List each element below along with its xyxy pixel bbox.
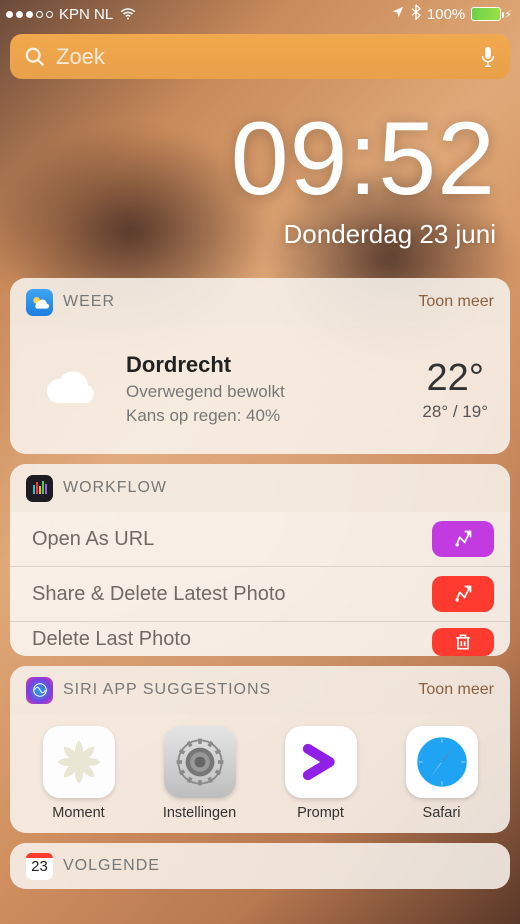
dictation-icon[interactable] [480, 46, 496, 68]
workflow-widget-header[interactable]: WORKFLOW [10, 464, 510, 512]
weather-widget: WEER Toon meer Dordrecht Overwegend bewo… [10, 278, 510, 454]
weather-widget-header[interactable]: WEER Toon meer [10, 278, 510, 326]
wifi-icon [119, 5, 137, 23]
calendar-widget-title: VOLGENDE [63, 857, 494, 875]
carrier-label: KPN NL [59, 6, 113, 23]
calendar-app-icon: 23 [26, 853, 53, 880]
weather-body[interactable]: Dordrecht Overwegend bewolkt Kans op reg… [10, 326, 510, 454]
siri-widget-header[interactable]: SIRI APP SUGGESTIONS Toon meer [10, 666, 510, 714]
siri-app-prompt[interactable]: Prompt [260, 726, 381, 821]
workflow-widget: WORKFLOW Open As URL Share & Delete Late… [10, 464, 510, 656]
siri-icon [26, 677, 53, 704]
location-icon [391, 5, 405, 23]
weather-hilo: 28° / 19° [422, 402, 488, 422]
status-bar: KPN NL 100% ⚡︎ [0, 0, 520, 28]
signal-strength-icon [6, 11, 53, 18]
bluetooth-icon [411, 4, 421, 24]
status-left: KPN NL [6, 5, 137, 23]
workflow-widget-title: WORKFLOW [63, 479, 494, 497]
siri-show-more[interactable]: Toon meer [418, 681, 494, 699]
clock-area: 09:52 Donderdag 23 juni [0, 79, 520, 268]
workflow-app-icon [26, 475, 53, 502]
battery-percent: 100% [427, 6, 465, 23]
workflow-row-label: Delete Last Photo [32, 628, 420, 651]
calendar-widget-header[interactable]: 23 VOLGENDE [10, 843, 510, 889]
clock-date: Donderdag 23 juni [0, 219, 496, 250]
run-workflow-button[interactable] [432, 576, 494, 612]
moment-app-icon [43, 726, 115, 798]
weather-rain-chance: Kans op regen: 40% [126, 406, 404, 426]
battery-icon: ⚡︎ [471, 7, 512, 21]
clock-time: 09:52 [0, 107, 496, 211]
run-workflow-button[interactable] [432, 628, 494, 656]
workflow-row-label: Share & Delete Latest Photo [32, 583, 420, 606]
siri-app-moment[interactable]: Moment [18, 726, 139, 821]
weather-app-icon [26, 289, 53, 316]
calendar-widget: 23 VOLGENDE [10, 843, 510, 889]
status-right: 100% ⚡︎ [391, 4, 512, 24]
siri-app-label: Safari [423, 805, 461, 821]
siri-app-label: Instellingen [163, 805, 236, 821]
workflow-row-share-delete[interactable]: Share & Delete Latest Photo [10, 567, 510, 622]
weather-show-more[interactable]: Toon meer [418, 293, 494, 311]
siri-app-safari[interactable]: Safari [381, 726, 502, 821]
workflow-row-delete-last[interactable]: Delete Last Photo [10, 622, 510, 656]
siri-app-label: Prompt [297, 805, 344, 821]
calendar-day-number: 23 [31, 858, 48, 875]
weather-current-temp: 22° [422, 357, 488, 400]
workflow-row-label: Open As URL [32, 528, 420, 551]
siri-app-label: Moment [52, 805, 104, 821]
cloud-icon [32, 367, 108, 411]
siri-suggestions-widget: SIRI APP SUGGESTIONS Toon meer [10, 666, 510, 833]
siri-app-settings[interactable]: Instellingen [139, 726, 260, 821]
weather-condition: Overwegend bewolkt [126, 382, 404, 402]
search-placeholder: Zoek [56, 44, 470, 70]
siri-widget-title: SIRI APP SUGGESTIONS [63, 681, 408, 699]
run-workflow-button[interactable] [432, 521, 494, 557]
settings-app-icon [164, 726, 236, 798]
workflow-row-open-as-url[interactable]: Open As URL [10, 512, 510, 567]
siri-apps-row: Moment [10, 714, 510, 833]
charging-icon: ⚡︎ [504, 8, 512, 21]
weather-city: Dordrecht [126, 352, 404, 378]
widgets-column[interactable]: WEER Toon meer Dordrecht Overwegend bewo… [0, 268, 520, 924]
safari-app-icon [406, 726, 478, 798]
prompt-app-icon [285, 726, 357, 798]
search-input[interactable]: Zoek [10, 34, 510, 79]
search-icon [24, 46, 46, 68]
weather-widget-title: WEER [63, 293, 408, 311]
